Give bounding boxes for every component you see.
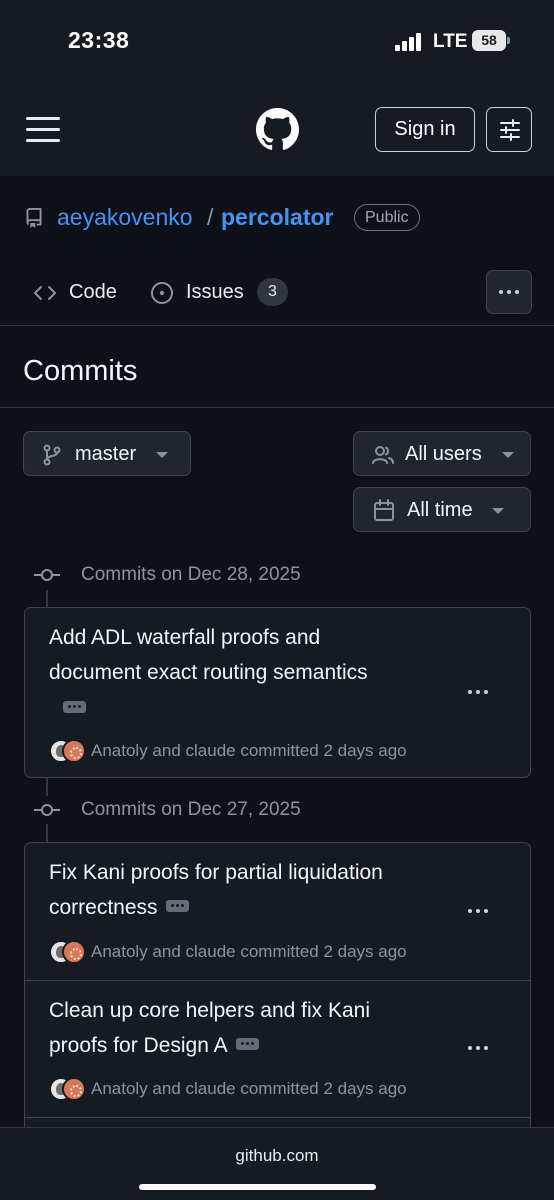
code-icon bbox=[34, 286, 56, 300]
repo-icon bbox=[26, 208, 42, 228]
repo-tabs: Code Issues 3 bbox=[0, 268, 554, 326]
avatar bbox=[62, 1077, 86, 1101]
battery-icon: 58 bbox=[472, 30, 506, 51]
sliders-icon bbox=[500, 119, 520, 141]
avatar bbox=[62, 739, 86, 763]
timeline-line bbox=[46, 778, 48, 796]
battery-tip bbox=[507, 37, 510, 44]
visibility-badge: Public bbox=[354, 204, 420, 231]
sign-in-button[interactable]: Sign in bbox=[375, 107, 475, 152]
list-item: Add ADL waterfall proofs and document ex… bbox=[25, 608, 530, 777]
git-commit-icon bbox=[34, 804, 60, 816]
time-dropdown-label: All time bbox=[407, 499, 473, 521]
kebab-horizontal-icon bbox=[468, 690, 488, 694]
commit-title-line: Fix Kani proofs for partial liquidation bbox=[49, 861, 383, 884]
git-commit-icon bbox=[34, 569, 60, 581]
list-item: Clean up core helpers and fix Kani proof… bbox=[25, 980, 530, 1117]
branch-dropdown-label: master bbox=[75, 443, 137, 465]
commit-actions-button[interactable] bbox=[468, 682, 492, 702]
commit-title-link[interactable]: Fix Kani proofs for partial liquidation … bbox=[49, 855, 449, 925]
commit-title-line: proofs for Design A bbox=[49, 1034, 228, 1057]
git-branch-icon bbox=[43, 444, 61, 466]
caret-down-icon bbox=[502, 452, 514, 458]
avatar bbox=[62, 940, 86, 964]
settings-button[interactable] bbox=[486, 107, 532, 152]
people-icon bbox=[372, 446, 394, 464]
expand-message-button[interactable] bbox=[165, 900, 189, 913]
more-tabs-button[interactable] bbox=[486, 270, 532, 314]
github-header: Sign in bbox=[0, 84, 554, 176]
calendar-icon bbox=[374, 499, 394, 521]
browser-bottom-bar: github.com bbox=[0, 1127, 554, 1200]
author-avatars[interactable] bbox=[49, 739, 89, 763]
status-time: 23:38 bbox=[68, 27, 130, 53]
commit-group-date: Commits on Dec 28, 2025 bbox=[81, 564, 301, 585]
timeline-line bbox=[46, 824, 48, 843]
commit-actions-button[interactable] bbox=[468, 901, 492, 921]
tab-code-label: Code bbox=[69, 281, 117, 303]
caret-down-icon bbox=[156, 452, 168, 458]
issues-count-badge: 3 bbox=[257, 278, 288, 306]
time-dropdown[interactable]: All time bbox=[353, 487, 531, 532]
issue-opened-icon bbox=[151, 282, 173, 304]
author-avatars[interactable] bbox=[49, 1077, 89, 1101]
commit-title-line: correctness bbox=[49, 896, 158, 919]
repo-name-link[interactable]: percolator bbox=[221, 204, 333, 231]
commit-title-link[interactable]: Clean up core helpers and fix Kani proof… bbox=[49, 993, 449, 1063]
commit-title-line: Add ADL waterfall proofs and bbox=[49, 626, 321, 649]
commit-meta: Anatoly and claude committed 2 days ago bbox=[91, 1079, 407, 1098]
kebab-horizontal-icon bbox=[468, 1046, 488, 1050]
page-title: Commits bbox=[23, 355, 138, 387]
divider bbox=[0, 407, 554, 408]
repo-heading: aeyakovenko / percolator Public bbox=[24, 200, 544, 236]
commit-group-date: Commits on Dec 27, 2025 bbox=[81, 799, 301, 820]
list-item: Fix Kani proofs for partial liquidation … bbox=[25, 843, 530, 980]
commit-actions-button[interactable] bbox=[468, 1038, 492, 1058]
author-avatars[interactable] bbox=[49, 940, 89, 964]
expand-message-button[interactable] bbox=[63, 701, 86, 713]
timeline-line bbox=[46, 590, 48, 608]
repo-owner-link[interactable]: aeyakovenko bbox=[57, 204, 193, 231]
users-dropdown-label: All users bbox=[405, 443, 482, 465]
kebab-horizontal-icon bbox=[468, 909, 488, 913]
commit-list: Add ADL waterfall proofs and document ex… bbox=[24, 607, 531, 778]
commit-title-line: Clean up core helpers and fix Kani bbox=[49, 999, 371, 1022]
tab-issues-label: Issues bbox=[186, 281, 244, 303]
github-logo-icon[interactable] bbox=[256, 108, 299, 151]
status-bar: 23:38 LTE 58 bbox=[0, 0, 554, 84]
cellular-signal-icon bbox=[395, 33, 423, 51]
commit-list: Fix Kani proofs for partial liquidation … bbox=[24, 842, 531, 1142]
commit-title-link[interactable]: Add ADL waterfall proofs and document ex… bbox=[49, 620, 449, 690]
repo-separator: / bbox=[207, 204, 214, 230]
commit-meta: Anatoly and claude committed 2 days ago bbox=[91, 741, 407, 760]
commit-meta: Anatoly and claude committed 2 days ago bbox=[91, 942, 407, 961]
home-indicator[interactable] bbox=[139, 1184, 376, 1190]
users-dropdown[interactable]: All users bbox=[353, 431, 531, 476]
caret-down-icon bbox=[492, 508, 504, 514]
kebab-horizontal-icon bbox=[499, 290, 519, 294]
commit-title-line: document exact routing semantics bbox=[49, 661, 368, 684]
address-bar[interactable]: github.com bbox=[0, 1146, 554, 1166]
network-type: LTE bbox=[433, 31, 468, 52]
menu-icon[interactable] bbox=[26, 117, 60, 143]
expand-message-button[interactable] bbox=[235, 1038, 259, 1051]
branch-dropdown[interactable]: master bbox=[23, 431, 191, 476]
